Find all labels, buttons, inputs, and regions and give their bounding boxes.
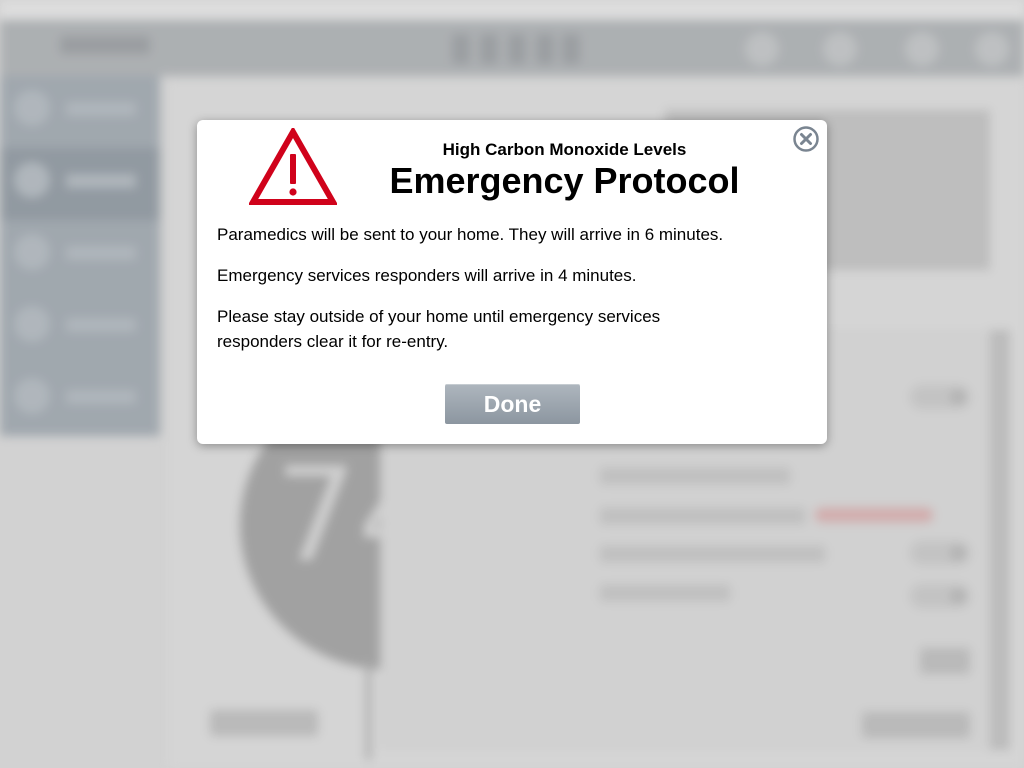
modal-title: Emergency Protocol — [389, 160, 740, 201]
modal-subtitle: High Carbon Monoxide Levels — [442, 140, 687, 159]
stay-outside-message: Please stay outside of your home until e… — [217, 307, 661, 351]
emergency-modal: High Carbon Monoxide Levels Emergency Pr… — [197, 120, 827, 444]
paramedics-message: Paramedics will be sent to your home. Th… — [217, 225, 724, 244]
responders-message: Emergency services responders will arriv… — [217, 266, 637, 285]
done-button[interactable]: Done — [445, 384, 580, 424]
